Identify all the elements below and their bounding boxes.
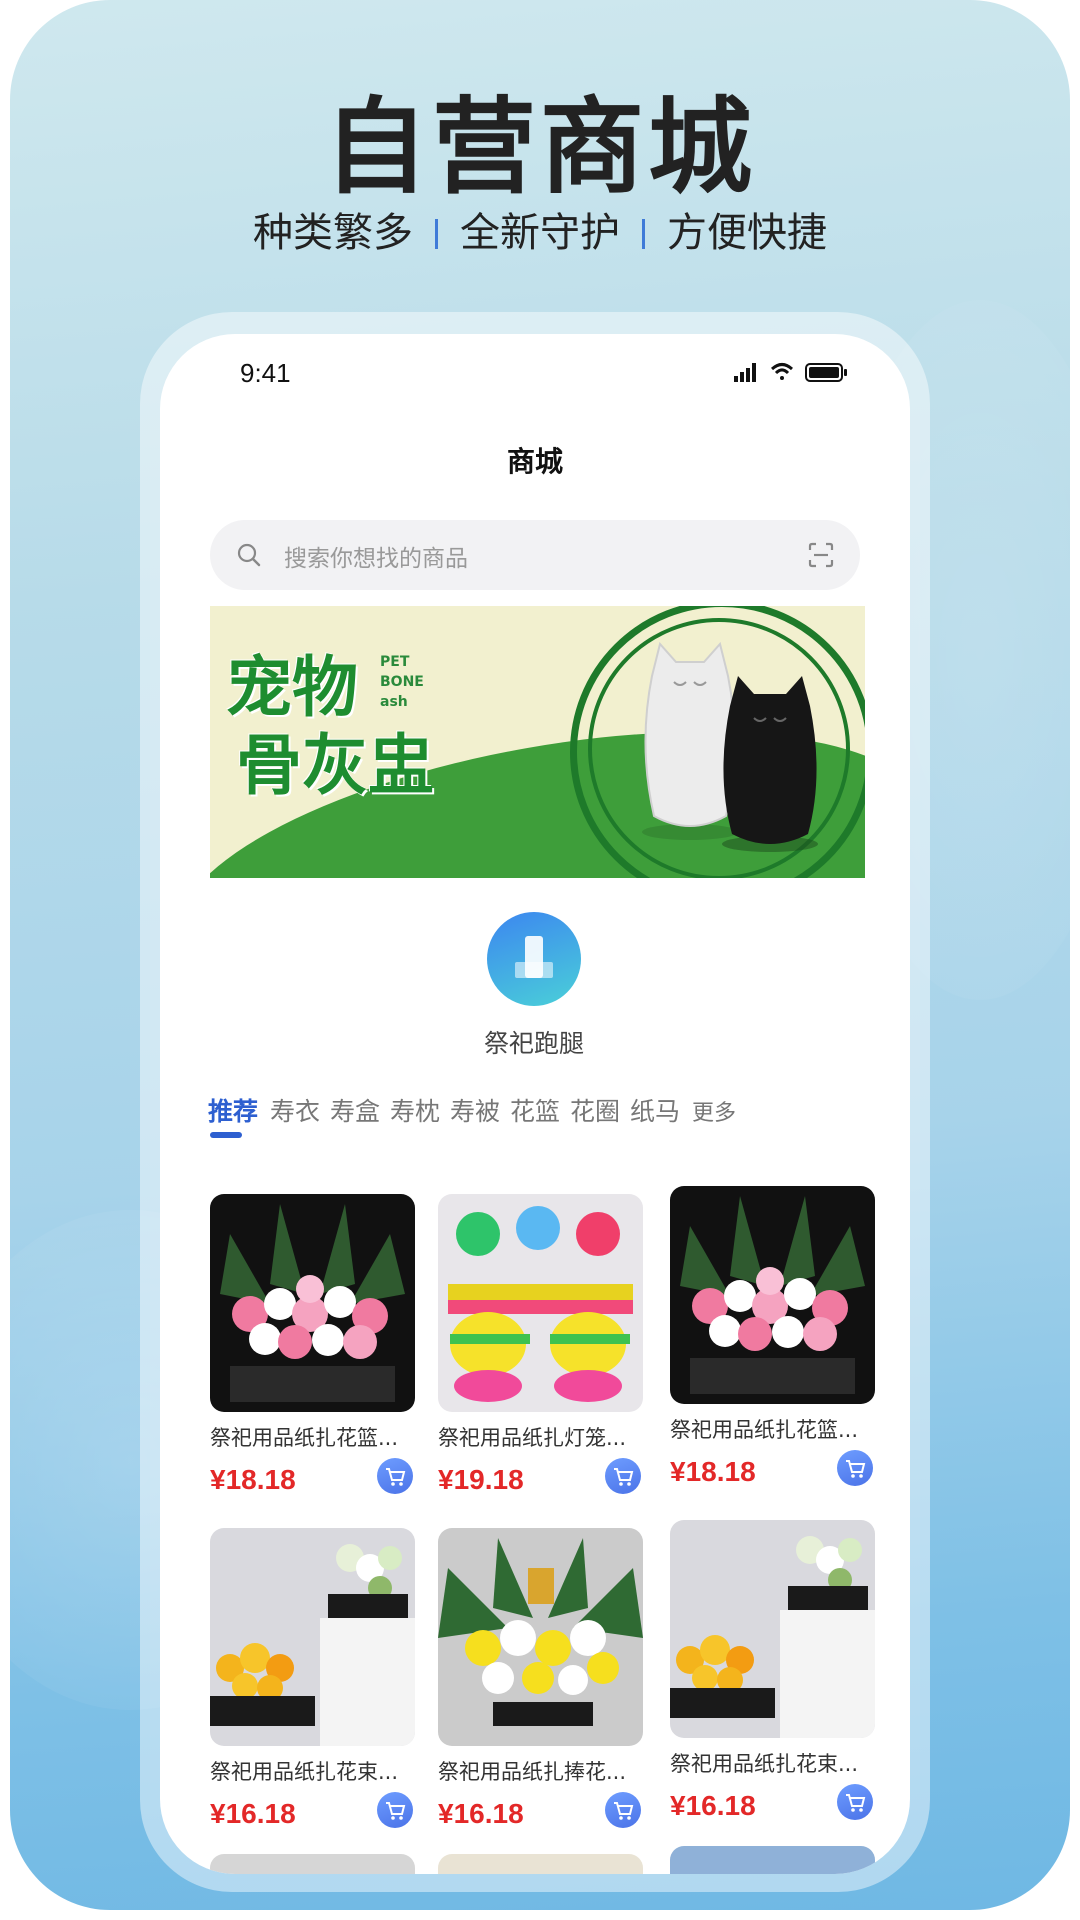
product-card-partial bbox=[210, 1854, 415, 1874]
category-item-errand[interactable]: 祭祀跑腿 bbox=[475, 912, 593, 1060]
tab-huaquan[interactable]: 花圈 bbox=[570, 1092, 620, 1128]
tagline-item: 方便快捷 bbox=[667, 210, 827, 256]
product-image-flower-basket bbox=[210, 1194, 415, 1412]
tagline-item: 种类繁多 bbox=[253, 210, 413, 256]
product-image-flower-arrangement bbox=[438, 1528, 643, 1746]
banner-small-line: PET bbox=[380, 654, 410, 670]
product-image-paper-lantern bbox=[438, 1194, 643, 1412]
product-name: 祭祀用品纸扎花篮... bbox=[670, 1418, 859, 1442]
product-image-flower-bouquet bbox=[670, 1520, 875, 1738]
banner-title-line2: 骨灰盅 bbox=[236, 727, 434, 804]
cart-icon[interactable] bbox=[837, 1784, 873, 1820]
wifi-icon bbox=[770, 363, 794, 380]
cart-icon[interactable] bbox=[377, 1458, 413, 1494]
tab-shouyi[interactable]: 寿衣 bbox=[270, 1092, 320, 1128]
tab-shouzhen[interactable]: 寿枕 bbox=[390, 1092, 440, 1128]
tab-hualan[interactable]: 花篮 bbox=[510, 1092, 560, 1128]
product-image-flower-basket bbox=[670, 1186, 875, 1404]
scan-icon[interactable] bbox=[806, 540, 836, 570]
status-bar: 9:41 bbox=[160, 334, 910, 404]
tagline-item: 全新守护 bbox=[460, 210, 620, 256]
product-card[interactable]: 祭祀用品纸扎花束... ¥16.18 bbox=[670, 1520, 875, 1822]
search-input[interactable]: 搜索你想找的商品 bbox=[284, 539, 468, 573]
banner-small-line: BONE bbox=[380, 674, 424, 690]
poster-headline: 自营商城 bbox=[323, 86, 756, 208]
tab-shoubei[interactable]: 寿被 bbox=[450, 1092, 500, 1128]
cart-icon[interactable] bbox=[605, 1458, 641, 1494]
search-bar[interactable]: 搜索你想找的商品 bbox=[210, 520, 860, 590]
tab-recommend[interactable]: 推荐 bbox=[208, 1092, 258, 1138]
tagline-divider bbox=[642, 219, 645, 249]
banner-small-line: ash bbox=[380, 694, 408, 710]
signal-icon bbox=[734, 363, 756, 382]
product-image-flower-bouquet bbox=[210, 1528, 415, 1746]
product-name: 祭祀用品纸扎捧花... bbox=[438, 1760, 627, 1784]
tab-more[interactable]: 更多 bbox=[692, 1095, 736, 1127]
product-card[interactable]: 祭祀用品纸扎花篮... ¥18.18 bbox=[210, 1194, 415, 1496]
tab-zhima[interactable]: 纸马 bbox=[630, 1092, 680, 1128]
product-name: 祭祀用品纸扎花篮... bbox=[210, 1426, 399, 1450]
product-card-partial bbox=[670, 1846, 875, 1874]
product-card[interactable]: 祭祀用品纸扎捧花... ¥16.18 bbox=[438, 1528, 643, 1830]
category-tabs: 推荐 寿衣 寿盒 寿枕 寿被 花篮 花圈 纸马 更多 bbox=[208, 1092, 888, 1152]
product-card[interactable]: 祭祀用品纸扎花束... ¥16.18 bbox=[210, 1528, 415, 1830]
building-icon bbox=[487, 912, 581, 1006]
product-card[interactable]: 祭祀用品纸扎花篮... ¥18.18 bbox=[670, 1186, 875, 1488]
status-time: 9:41 bbox=[240, 358, 291, 388]
product-name: 祭祀用品纸扎花束... bbox=[670, 1752, 859, 1776]
product-card-partial bbox=[438, 1854, 643, 1874]
product-name: 祭祀用品纸扎灯笼... bbox=[438, 1426, 627, 1450]
promo-banner[interactable]: 宠物 骨灰盅 PET BONE ash bbox=[210, 606, 865, 878]
cart-icon[interactable] bbox=[837, 1450, 873, 1486]
urn-illustration bbox=[642, 641, 818, 852]
search-icon bbox=[237, 543, 261, 567]
banner-small-text: PET BONE ash bbox=[380, 652, 424, 712]
product-card[interactable]: 祭祀用品纸扎灯笼... ¥19.18 bbox=[438, 1194, 643, 1496]
category-label: 祭祀跑腿 bbox=[483, 1029, 584, 1058]
product-name: 祭祀用品纸扎花束... bbox=[210, 1760, 399, 1784]
phone-screen: 9:41 商城 搜索你想找的商品 宠物 骨灰盅 PET BONE ash 祭祀跑… bbox=[160, 334, 910, 1874]
cart-icon[interactable] bbox=[377, 1792, 413, 1828]
poster-tagline: 种类繁多 全新守护 方便快捷 bbox=[10, 200, 1070, 258]
page-title: 商城 bbox=[506, 445, 563, 478]
tagline-divider bbox=[435, 219, 438, 249]
battery-icon bbox=[805, 363, 847, 382]
status-icons bbox=[734, 363, 847, 382]
cart-icon[interactable] bbox=[605, 1792, 641, 1828]
tab-shouhe[interactable]: 寿盒 bbox=[330, 1092, 380, 1128]
